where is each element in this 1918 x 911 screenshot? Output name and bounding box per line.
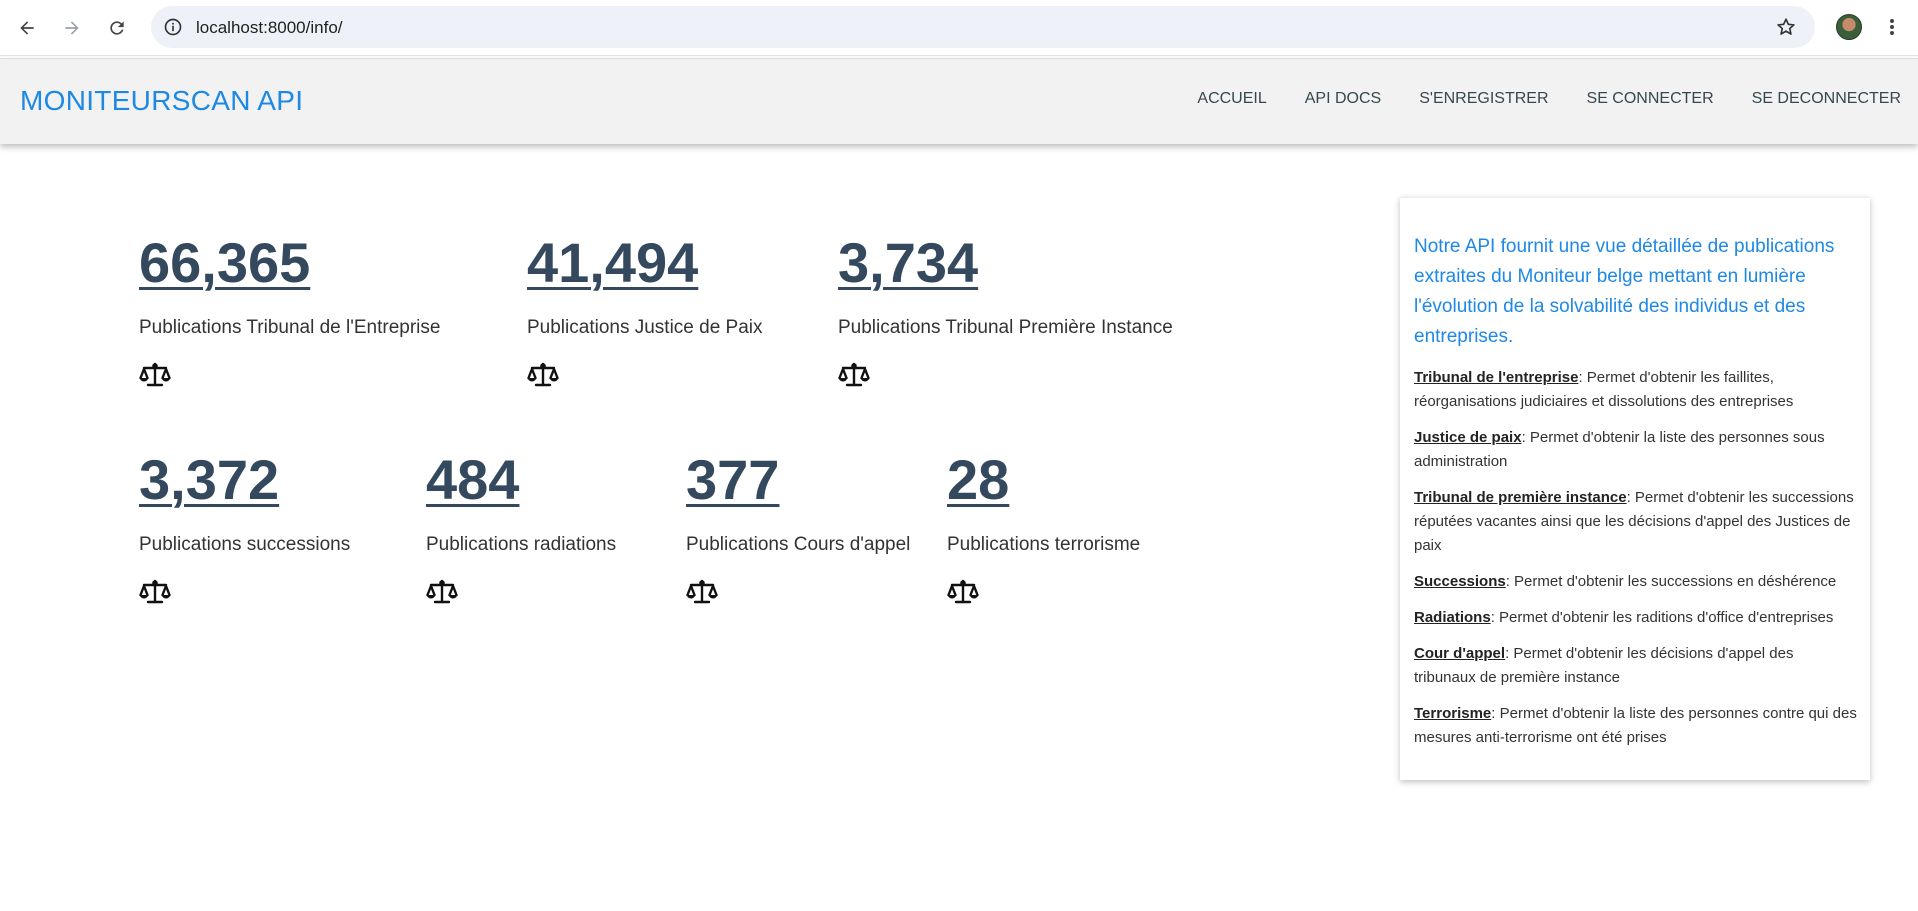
stat-label: Publications successions [139, 534, 351, 555]
info-term[interactable]: Radiations [1414, 609, 1491, 626]
scale-icon [838, 362, 870, 387]
scale-icon [139, 579, 171, 604]
stat-label: Publications Tribunal Première Instance [838, 317, 1173, 338]
stat-terrorisme: 28 Publications terrorisme [947, 450, 1140, 611]
scale-icon [426, 579, 458, 604]
stat-cours-appel: 377 Publications Cours d'appel [686, 450, 910, 611]
arrow-left-icon [20, 21, 34, 35]
arrow-right-icon [65, 21, 79, 35]
stat-successions: 3,372 Publications successions [139, 450, 350, 611]
stat-justice-paix: 41,494 Publications Justice de Paix [527, 233, 763, 394]
reload-button[interactable] [101, 12, 133, 44]
info-term[interactable]: Terrorisme [1414, 705, 1491, 722]
info-term[interactable]: Cour d'appel [1414, 645, 1505, 662]
stat-value[interactable]: 41,494 [527, 233, 698, 293]
info-intro: Notre API fournit une vue détaillée de p… [1414, 236, 1835, 347]
stat-value[interactable]: 484 [426, 450, 519, 510]
stat-label: Publications Cours d'appel [686, 534, 911, 555]
info-text: : Permet d'obtenir les raditions d'offic… [1490, 609, 1834, 626]
info-item: Terrorisme: Permet d'obtenir la liste de… [1414, 702, 1857, 750]
info-item: Tribunal de première instance: Permet d'… [1414, 486, 1857, 558]
stat-radiations: 484 Publications radiations [426, 450, 616, 611]
stat-label: Publications radiations [426, 534, 617, 555]
address-bar[interactable]: localhost:8000/info/ [151, 6, 1815, 48]
stat-tribunal-premiere-instance: 3,734 Publications Tribunal Première Ins… [838, 233, 1173, 394]
nav-link-api-docs[interactable]: API DOCS [1305, 90, 1381, 108]
star-icon[interactable] [1775, 16, 1797, 38]
nav-link-register[interactable]: S'ENREGISTRER [1419, 90, 1548, 108]
scale-icon [139, 362, 171, 387]
stat-value[interactable]: 3,734 [838, 233, 978, 293]
scale-icon [686, 579, 718, 604]
scale-icon [947, 579, 979, 604]
nav-links: ACCUEIL API DOCS S'ENREGISTRER SE CONNEC… [1159, 90, 1901, 108]
info-circle-icon[interactable] [163, 17, 183, 37]
nav-link-accueil[interactable]: ACCUEIL [1197, 90, 1266, 108]
stat-label: Publications terrorisme [947, 534, 1141, 555]
nav-link-logout[interactable]: SE DECONNECTER [1752, 90, 1901, 108]
info-item: Radiations: Permet d'obtenir les raditio… [1414, 606, 1857, 630]
url-text: localhost:8000/info/ [196, 18, 343, 37]
scale-icon [527, 362, 559, 387]
info-term[interactable]: Tribunal de l'entreprise [1414, 369, 1578, 386]
info-item: Cour d'appel: Permet d'obtenir les décis… [1414, 642, 1857, 690]
info-term[interactable]: Justice de paix [1414, 429, 1522, 446]
info-card: Notre API fournit une vue détaillée de p… [1400, 197, 1870, 780]
stat-value[interactable]: 28 [947, 450, 1009, 510]
reload-icon [110, 21, 124, 35]
stat-value[interactable]: 377 [686, 450, 779, 510]
brand-logo[interactable]: MONITEURSCAN API [20, 85, 303, 117]
info-term[interactable]: Tribunal de première instance [1414, 489, 1627, 506]
profile-avatar[interactable] [1836, 14, 1862, 40]
stat-value[interactable]: 66,365 [139, 233, 310, 293]
kebab-menu-icon[interactable] [1882, 14, 1902, 40]
stat-label: Publications Tribunal de l'Entreprise [139, 317, 441, 338]
info-term[interactable]: Successions [1414, 573, 1506, 590]
browser-toolbar: localhost:8000/info/ [0, 0, 1918, 56]
stat-tribunal-entreprise: 66,365 Publications Tribunal de l'Entrep… [139, 233, 440, 394]
info-item: Successions: Permet d'obtenir les succes… [1414, 570, 1857, 594]
forward-button[interactable] [56, 12, 88, 44]
stat-label: Publications Justice de Paix [527, 317, 763, 338]
stat-value[interactable]: 3,372 [139, 450, 279, 510]
info-item: Tribunal de l'entreprise: Permet d'obten… [1414, 366, 1857, 414]
back-button[interactable] [11, 12, 43, 44]
info-item: Justice de paix: Permet d'obtenir la lis… [1414, 426, 1857, 474]
info-text: : Permet d'obtenir les successions en dé… [1505, 573, 1837, 590]
nav-link-login[interactable]: SE CONNECTER [1587, 90, 1714, 108]
app-navbar: MONITEURSCAN API ACCUEIL API DOCS S'ENRE… [0, 58, 1918, 144]
